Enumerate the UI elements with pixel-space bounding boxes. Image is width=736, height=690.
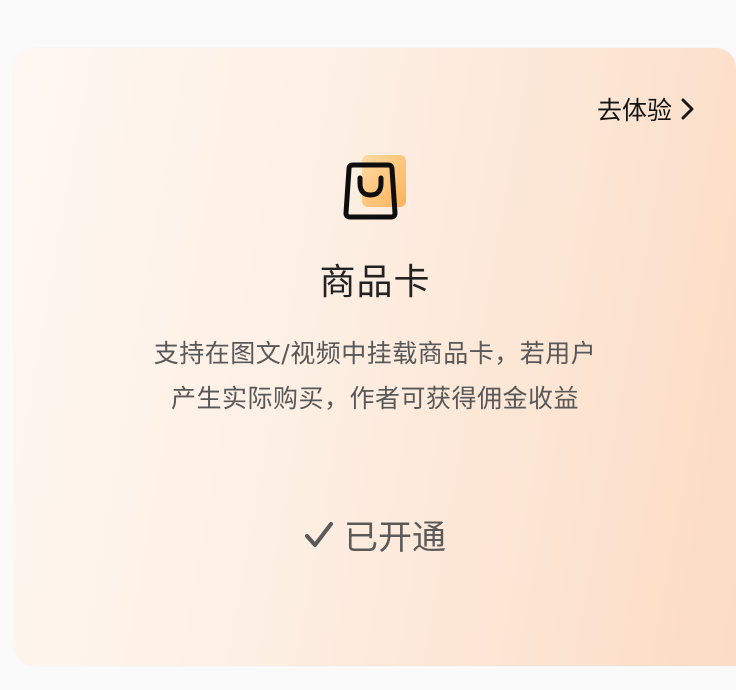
try-experience-label: 去体验 [596, 96, 672, 125]
shopping-bag-icon [343, 155, 406, 220]
try-experience-link[interactable]: 去体验 [597, 91, 696, 127]
description-line-1: 支持在图文/视频中挂载商品卡，若用户 [153, 339, 597, 368]
status-label: 已开通 [344, 518, 446, 558]
description-line-2: 产生实际购买，作者可获得佣金收益 [170, 384, 579, 413]
card-title: 商品卡 [319, 262, 431, 303]
checkmark-icon [305, 521, 333, 547]
card-description: 支持在图文/视频中挂载商品卡，若用户 产生实际购买，作者可获得佣金收益 [94, 331, 656, 421]
status-enabled: 已开通 [14, 510, 736, 559]
chevron-right-icon [681, 98, 694, 120]
product-card-feature-card: 去体验 商品卡 支持在图文/视频中挂载商品卡，若用户 产生实际购买，作者可获得佣… [14, 48, 736, 666]
